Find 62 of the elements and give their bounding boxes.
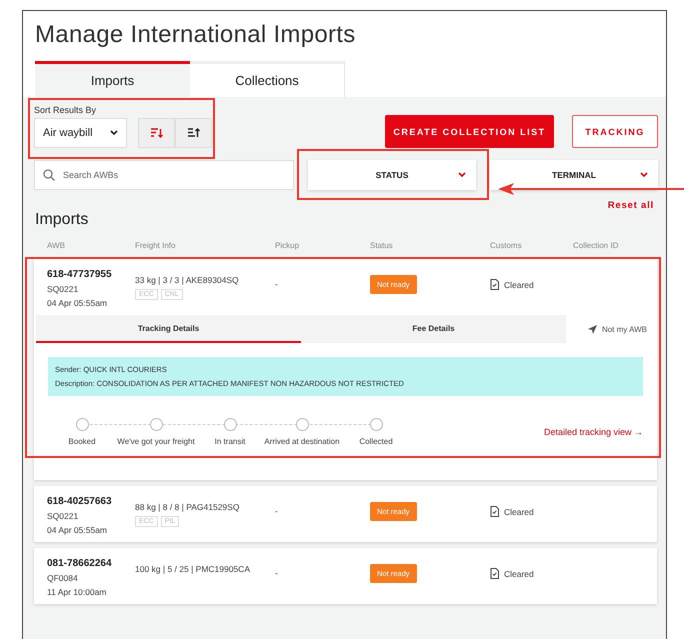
step-label: We've got your freight xyxy=(117,437,195,446)
step-label: Collected xyxy=(359,437,393,446)
document-check-icon xyxy=(490,279,499,290)
column-header: Collection ID xyxy=(573,241,620,250)
section-title: Imports xyxy=(35,211,90,229)
step-circle-icon xyxy=(150,418,162,431)
chevron-down-icon xyxy=(110,130,118,136)
awb-number: 618-47737955 xyxy=(47,269,113,280)
reset-link[interactable]: Reset all xyxy=(608,200,654,211)
chevron-down-icon xyxy=(640,172,648,178)
step-circle-icon xyxy=(224,418,236,431)
create-list-button[interactable]: CREATE COLLECTION LIST xyxy=(385,115,554,148)
flight-number: SQ0221 xyxy=(47,511,80,521)
detail-tab[interactable]: Fee Details xyxy=(301,315,566,343)
search-field[interactable]: Search AWBs xyxy=(34,160,294,190)
freight-info: 100 kg | 5 / 25 | PMC19905CA xyxy=(135,564,251,574)
flight-date: 04 Apr 05:55am xyxy=(47,298,108,308)
sort-up-icon xyxy=(188,128,200,138)
detail-tab[interactable]: Tracking Details xyxy=(36,315,301,343)
page-title: Manage International Imports xyxy=(35,21,357,49)
sort-down-icon xyxy=(150,128,162,138)
document-check-icon xyxy=(490,506,499,517)
send-icon xyxy=(588,324,597,334)
tab[interactable]: Imports xyxy=(35,61,190,97)
sort-label: Sort Results By xyxy=(34,105,98,115)
step-label: Booked xyxy=(68,437,96,446)
tracking-view-link[interactable]: Detailed tracking view → xyxy=(544,427,643,437)
not-my-awb-link[interactable]: Not my AWB xyxy=(588,324,647,334)
search-icon xyxy=(43,169,55,181)
column-header: Freight Info xyxy=(135,241,176,250)
column-header: Pickup xyxy=(275,241,300,250)
awb-number: 618-40257663 xyxy=(47,496,113,507)
step-circle-icon xyxy=(296,418,308,431)
customs-status: Cleared xyxy=(504,280,534,290)
sort-dropdown[interactable]: Air waybill xyxy=(34,118,127,148)
column-header: Customs xyxy=(490,241,523,250)
pickup-cell: - xyxy=(275,279,278,289)
tracking-button[interactable]: TRACKING xyxy=(572,115,658,148)
step-circle-icon xyxy=(370,418,382,431)
tab[interactable]: Collections xyxy=(190,61,345,97)
pickup-cell: - xyxy=(275,506,278,516)
step-label: In transit xyxy=(214,437,246,446)
customs-status: Cleared xyxy=(504,568,534,578)
filter-dropdown[interactable]: STATUS xyxy=(308,160,476,190)
flight-number: QF0084 xyxy=(47,573,79,583)
column-header: AWB xyxy=(47,241,66,250)
customs-status: Cleared xyxy=(504,506,534,516)
pickup-cell: - xyxy=(275,568,278,578)
step-circle-icon xyxy=(76,418,88,431)
flight-date: 11 Apr 10:00am xyxy=(47,587,108,597)
flight-number: SQ0221 xyxy=(47,284,80,294)
freight-info: 88 kg | 8 / 8 | PAG41529SQ xyxy=(135,502,240,512)
flight-date: 04 Apr 05:55am xyxy=(47,525,108,535)
chevron-down-icon xyxy=(458,172,466,178)
awb-number: 081-78662264 xyxy=(47,558,113,569)
column-header: Status xyxy=(370,241,394,250)
step-label: Arrived at destination xyxy=(264,437,340,446)
freight-info: 33 kg | 3 / 3 | AKE89304SQ xyxy=(135,275,240,285)
sort-descending-button[interactable] xyxy=(138,118,175,148)
document-check-icon xyxy=(490,568,499,579)
filter-dropdown[interactable]: TERMINAL xyxy=(490,160,658,190)
sort-ascending-button[interactable] xyxy=(175,118,212,148)
